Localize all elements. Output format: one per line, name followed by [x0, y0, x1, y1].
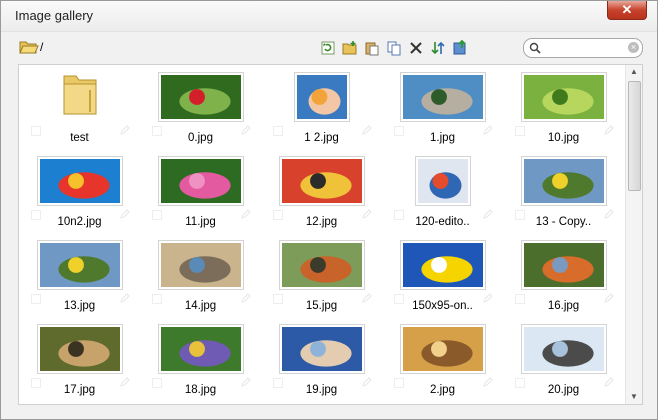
gallery-image[interactable]: 16.jpg	[503, 233, 624, 317]
search-icon	[529, 42, 541, 54]
image-thumbnail[interactable]	[399, 72, 486, 122]
image-thumbnail[interactable]	[520, 72, 607, 122]
gallery-image[interactable]: 17.jpg	[19, 317, 140, 401]
gallery-image[interactable]: 1.jpg	[382, 65, 503, 149]
image-thumbnail[interactable]	[157, 324, 244, 374]
title-bar: Image gallery ✕	[1, 1, 657, 32]
item-name: 20.jpg	[547, 384, 580, 396]
item-name: 0.jpg	[188, 132, 213, 144]
scroll-up-icon[interactable]: ▲	[626, 65, 642, 79]
image-thumbnail[interactable]	[36, 240, 123, 290]
gallery-image[interactable]: 15.jpg	[261, 233, 382, 317]
image-thumbnail[interactable]	[36, 156, 123, 206]
paste-icon[interactable]	[363, 39, 381, 57]
gallery-image[interactable]: 19.jpg	[261, 317, 382, 401]
item-name: 18.jpg	[184, 384, 217, 396]
gallery-image[interactable]: 12.jpg	[261, 149, 382, 233]
item-name: 120-edito..	[415, 216, 470, 228]
window-title: Image gallery	[15, 8, 94, 23]
item-name: 16.jpg	[547, 300, 580, 312]
gallery-image[interactable]: 10n2.jpg	[19, 149, 140, 233]
toolbar-actions	[319, 39, 473, 57]
item-name: 1 2.jpg	[304, 132, 339, 144]
gallery-image[interactable]: 13 - Copy..	[503, 149, 624, 233]
vertical-scrollbar[interactable]: ▲ ▼	[625, 65, 642, 404]
open-folder-icon[interactable]	[19, 39, 39, 55]
image-gallery-dialog: Image gallery ✕ / × test 0.jpg 1 2.jpg 1…	[0, 0, 658, 420]
item-name: 13 - Copy..	[535, 216, 592, 228]
copy-icon[interactable]	[385, 39, 403, 57]
current-path: /	[40, 40, 44, 54]
item-name: 15.jpg	[305, 300, 338, 312]
item-name: 11.jpg	[185, 216, 216, 228]
gallery-image[interactable]: 11.jpg	[140, 149, 261, 233]
item-name: 10.jpg	[547, 132, 580, 144]
item-name: 150x95-on..	[412, 300, 473, 312]
new-folder-icon[interactable]	[341, 39, 359, 57]
clear-search-icon[interactable]: ×	[628, 42, 639, 53]
gallery-image[interactable]: 18.jpg	[140, 317, 261, 401]
item-name: 13.jpg	[63, 300, 96, 312]
gallery-image[interactable]: 150x95-on..	[382, 233, 503, 317]
search-input[interactable]	[544, 40, 628, 56]
gallery-image[interactable]: 13.jpg	[19, 233, 140, 317]
gallery-image[interactable]: 14.jpg	[140, 233, 261, 317]
item-name: 1.jpg	[430, 132, 455, 144]
refresh-icon[interactable]	[319, 39, 337, 57]
delete-icon[interactable]	[407, 39, 425, 57]
image-thumbnail[interactable]	[520, 324, 607, 374]
item-name: 2.jpg	[430, 384, 455, 396]
item-name: 14.jpg	[184, 300, 217, 312]
image-thumbnail[interactable]	[157, 240, 244, 290]
gallery-image[interactable]: 0.jpg	[140, 65, 261, 149]
sort-icon[interactable]	[429, 39, 447, 57]
image-thumbnail[interactable]	[157, 72, 244, 122]
image-thumbnail[interactable]	[293, 72, 350, 122]
scrollbar-thumb[interactable]	[628, 81, 641, 191]
image-thumbnail[interactable]	[399, 240, 486, 290]
close-button[interactable]: ✕	[607, 1, 647, 20]
image-thumbnail[interactable]	[278, 240, 365, 290]
upload-icon[interactable]	[451, 39, 469, 57]
item-name: 12.jpg	[305, 216, 338, 228]
gallery-image[interactable]: 120-edito..	[382, 149, 503, 233]
item-name: test	[70, 132, 89, 144]
item-name: 10n2.jpg	[57, 216, 102, 228]
gallery-image[interactable]: 10.jpg	[503, 65, 624, 149]
image-thumbnail[interactable]	[278, 324, 365, 374]
gallery-folder[interactable]: test	[19, 65, 140, 149]
image-thumbnail[interactable]	[399, 324, 486, 374]
scroll-down-icon[interactable]: ▼	[626, 390, 642, 404]
image-thumbnail[interactable]	[36, 324, 123, 374]
image-thumbnail[interactable]	[520, 156, 607, 206]
search-box[interactable]: ×	[523, 38, 643, 58]
path-breadcrumb: /	[19, 38, 43, 56]
image-thumbnail[interactable]	[278, 156, 365, 206]
gallery-content: test 0.jpg 1 2.jpg 1.jpg 10.jpg 10n2.jpg 11.jp…	[18, 64, 643, 405]
gallery-image[interactable]: 2.jpg	[382, 317, 503, 401]
gallery-image[interactable]: 1 2.jpg	[261, 65, 382, 149]
image-thumbnail[interactable]	[157, 156, 244, 206]
image-thumbnail[interactable]	[520, 240, 607, 290]
item-name: 17.jpg	[63, 384, 96, 396]
toolbar: / ×	[1, 32, 657, 64]
folder-icon[interactable]	[59, 72, 100, 121]
gallery-image[interactable]: 20.jpg	[503, 317, 624, 401]
image-thumbnail[interactable]	[414, 156, 471, 206]
item-name: 19.jpg	[305, 384, 338, 396]
